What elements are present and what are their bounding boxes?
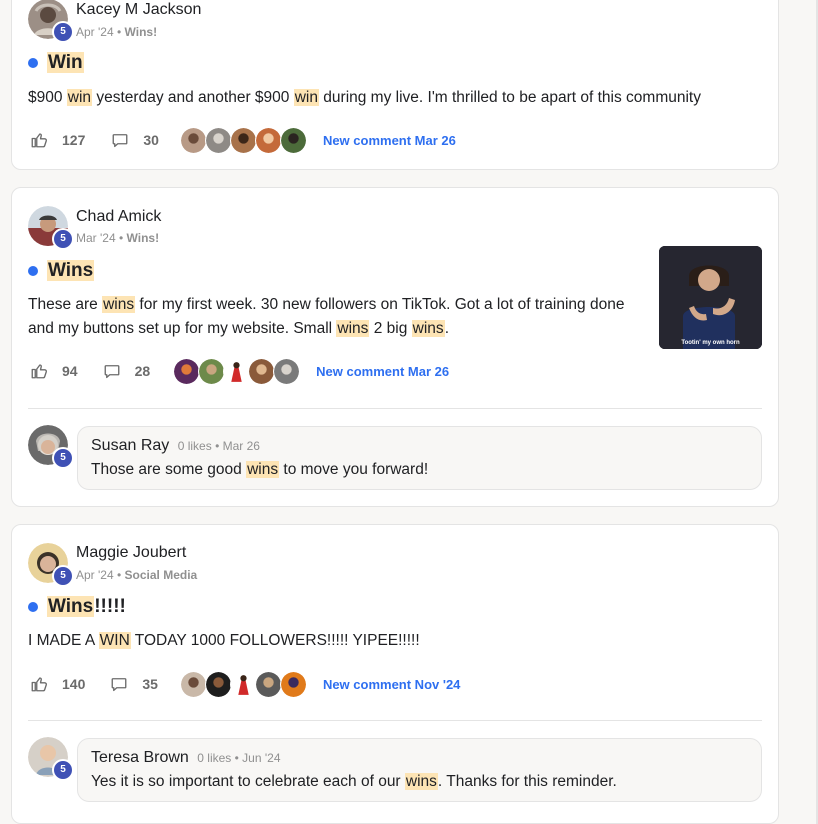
avatar [254, 670, 282, 698]
gif-image [659, 246, 762, 349]
post-meta: Apr '24 • Social Media [76, 568, 198, 582]
unread-dot [28, 602, 38, 612]
level-badge: 5 [52, 565, 74, 587]
avatar [204, 670, 232, 698]
post-body: I MADE A WIN TODAY 1000 FOLLOWERS!!!!! Y… [28, 632, 420, 649]
gif-caption: Tootin' my own horn [681, 340, 740, 346]
avatar [279, 126, 307, 154]
comment-count: 35 [142, 676, 158, 692]
like-count: 140 [62, 676, 86, 692]
reply-author[interactable]: Teresa Brown [91, 749, 189, 766]
level-badge: 5 [52, 21, 74, 43]
avatar [248, 357, 276, 385]
avatar [229, 670, 257, 698]
comment-icon[interactable] [103, 362, 121, 380]
avatar[interactable]: 5 [28, 206, 74, 250]
avatar [229, 126, 257, 154]
comment-count: 28 [134, 363, 151, 379]
reply-meta: 0 likes • Jun '24 [197, 751, 281, 765]
level-badge: 5 [52, 447, 74, 469]
author-name[interactable]: Kacey M Jackson [76, 1, 201, 19]
avatar[interactable]: 5 [28, 425, 74, 469]
commenter-avatars[interactable] [179, 670, 307, 698]
post-card[interactable]: 5 Kacey M Jackson Apr '24 • Wins! Win $9… [11, 0, 779, 170]
avatar [254, 126, 282, 154]
post-card[interactable]: 5 Chad Amick Mar '24 • Wins! Wins These … [11, 187, 779, 507]
reply-header: Susan Ray 0 likes • Mar 26 [91, 437, 260, 455]
avatar [179, 126, 207, 154]
reply-comment[interactable]: Teresa Brown 0 likes • Jun '24 Yes it is… [77, 738, 762, 802]
reply-meta: 0 likes • Mar 26 [177, 439, 260, 453]
post-category[interactable]: Wins! [125, 25, 158, 39]
reply-header: Teresa Brown 0 likes • Jun '24 [91, 749, 281, 767]
comment-icon[interactable] [111, 131, 129, 149]
author-name[interactable]: Maggie Joubert [76, 544, 186, 562]
like-count: 127 [62, 132, 86, 148]
post-title-row[interactable]: Wins [28, 260, 95, 282]
post-date: Apr '24 [76, 25, 114, 39]
post-title-row[interactable]: Wins!!!!! [28, 596, 126, 618]
post-title[interactable]: Wins [47, 260, 95, 282]
reply-author[interactable]: Susan Ray [91, 437, 169, 454]
reply-text: Yes it is so important to celebrate each… [91, 773, 617, 790]
post-date: Apr '24 [76, 568, 114, 582]
post-card[interactable]: 5 Maggie Joubert Apr '24 • Social Media … [11, 524, 779, 824]
avatar[interactable]: 5 [28, 0, 74, 43]
avatar [173, 357, 201, 385]
avatar[interactable]: 5 [28, 543, 74, 587]
avatar [198, 357, 226, 385]
post-title[interactable]: Wins!!!!! [47, 596, 126, 618]
comment-icon[interactable] [110, 675, 128, 693]
avatar[interactable]: 5 [28, 737, 74, 781]
thumbs-up-icon[interactable] [30, 131, 48, 149]
unread-dot [28, 266, 38, 276]
post-image[interactable]: Tootin' my own horn [659, 246, 762, 349]
new-comment-link[interactable]: New comment Nov '24 [323, 677, 460, 692]
like-count: 94 [62, 363, 78, 379]
post-actions: 140 35 New comment Nov '24 [30, 670, 460, 698]
post-title-row[interactable]: Win [28, 52, 84, 74]
avatar [279, 670, 307, 698]
divider [28, 408, 762, 409]
thumbs-up-icon[interactable] [30, 675, 48, 693]
author-name[interactable]: Chad Amick [76, 208, 161, 226]
post-actions: 127 30 New comment Mar 26 [30, 126, 456, 154]
avatar [204, 126, 232, 154]
new-comment-link[interactable]: New comment Mar 26 [323, 133, 456, 148]
avatar [223, 357, 251, 385]
new-comment-link[interactable]: New comment Mar 26 [316, 364, 449, 379]
avatar [273, 357, 301, 385]
post-meta: Apr '24 • Wins! [76, 25, 158, 39]
post-actions: 94 28 New comment Mar 26 [30, 357, 449, 385]
post-category[interactable]: Wins! [127, 231, 160, 245]
commenter-avatars[interactable] [179, 126, 307, 154]
post-body: $900 win yesterday and another $900 win … [28, 89, 701, 106]
commenter-avatars[interactable] [173, 357, 301, 385]
post-meta: Mar '24 • Wins! [76, 231, 160, 245]
divider [28, 720, 762, 721]
post-category[interactable]: Social Media [125, 568, 198, 582]
post-date: Mar '24 [76, 231, 116, 245]
level-badge: 5 [52, 228, 74, 250]
post-body: These are wins for my first week. 30 new… [28, 296, 625, 337]
thumbs-up-icon[interactable] [30, 362, 48, 380]
post-title[interactable]: Win [47, 52, 84, 74]
level-badge: 5 [52, 759, 74, 781]
unread-dot [28, 58, 38, 68]
avatar [179, 670, 207, 698]
reply-comment[interactable]: Susan Ray 0 likes • Mar 26 Those are som… [77, 426, 762, 490]
comment-count: 30 [143, 132, 159, 148]
reply-text: Those are some good wins to move you for… [91, 461, 429, 478]
